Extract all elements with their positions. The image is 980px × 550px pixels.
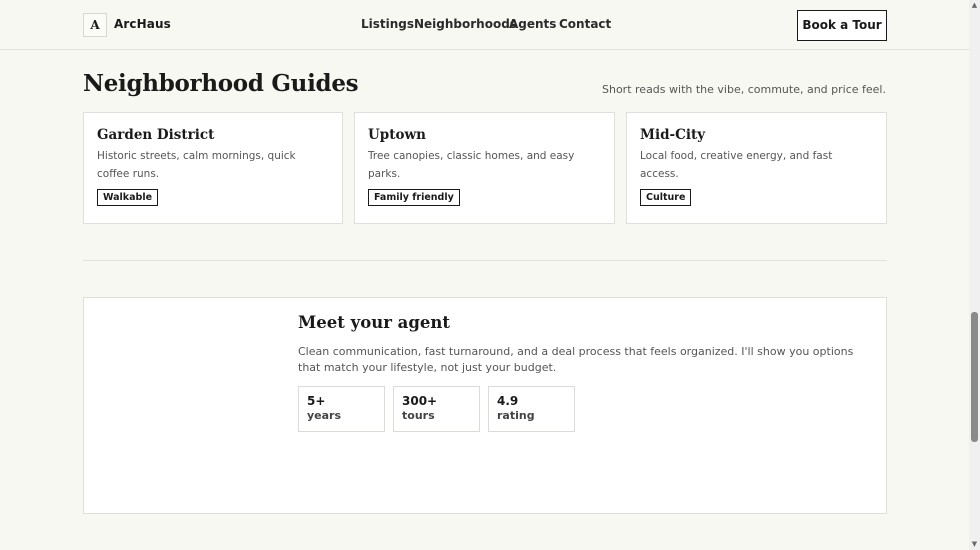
scroll-down-icon[interactable]: ▼ bbox=[969, 539, 980, 550]
section-divider bbox=[83, 260, 887, 261]
page: A ArcHaus Listings Neighborhoods Agents … bbox=[0, 0, 969, 550]
guide-card-description: Local food, creative energy, and fast ac… bbox=[640, 150, 833, 180]
guide-card-tag: Culture bbox=[640, 189, 692, 206]
stat-label: rating bbox=[497, 409, 535, 422]
stat-value: 4.9 bbox=[497, 394, 519, 408]
stat-tours: 300+ tours bbox=[393, 386, 480, 432]
guide-card-mid-city[interactable]: Mid-City Local food, creative energy, an… bbox=[626, 112, 887, 224]
guide-card-description: Tree canopies, classic homes, and easy p… bbox=[368, 150, 575, 180]
stat-rating: 4.9 rating bbox=[488, 386, 575, 432]
nav-agents[interactable]: Agents bbox=[509, 17, 556, 31]
site-header: A ArcHaus Listings Neighborhoods Agents … bbox=[0, 0, 969, 50]
guide-card-title: Mid-City bbox=[640, 127, 706, 143]
section-subtitle: Short reads with the vibe, commute, and … bbox=[602, 83, 886, 96]
stat-label: tours bbox=[402, 409, 435, 422]
agent-panel: Meet your agent Clean communication, fas… bbox=[83, 297, 887, 514]
nav-contact[interactable]: Contact bbox=[559, 17, 611, 31]
agent-description: Clean communication, fast turnaround, an… bbox=[298, 345, 854, 374]
stat-value: 300+ bbox=[402, 394, 438, 408]
nav-listings[interactable]: Listings bbox=[361, 17, 414, 31]
vertical-scrollbar[interactable]: ▲ ▼ bbox=[969, 0, 980, 550]
stat-label: years bbox=[307, 409, 342, 422]
guide-card-title: Uptown bbox=[368, 127, 426, 143]
guide-card-tag: Family friendly bbox=[368, 189, 460, 206]
guide-card-uptown[interactable]: Uptown Tree canopies, classic homes, and… bbox=[354, 112, 615, 224]
book-tour-button[interactable]: Book a Tour bbox=[797, 10, 887, 41]
scrollbar-thumb[interactable] bbox=[971, 312, 978, 442]
agent-title: Meet your agent bbox=[298, 313, 450, 332]
guide-card-tag: Walkable bbox=[97, 189, 159, 206]
section-title: Neighborhood Guides bbox=[83, 70, 359, 97]
guide-card-garden-district[interactable]: Garden District Historic streets, calm m… bbox=[83, 112, 343, 224]
guide-card-title: Garden District bbox=[97, 127, 215, 143]
scroll-up-icon[interactable]: ▲ bbox=[969, 0, 980, 11]
guide-card-description: Historic streets, calm mornings, quick c… bbox=[97, 150, 296, 180]
nav-neighborhoods[interactable]: Neighborhoods bbox=[414, 17, 517, 31]
stat-years: 5+ years bbox=[298, 386, 385, 432]
stat-value: 5+ bbox=[307, 394, 326, 408]
